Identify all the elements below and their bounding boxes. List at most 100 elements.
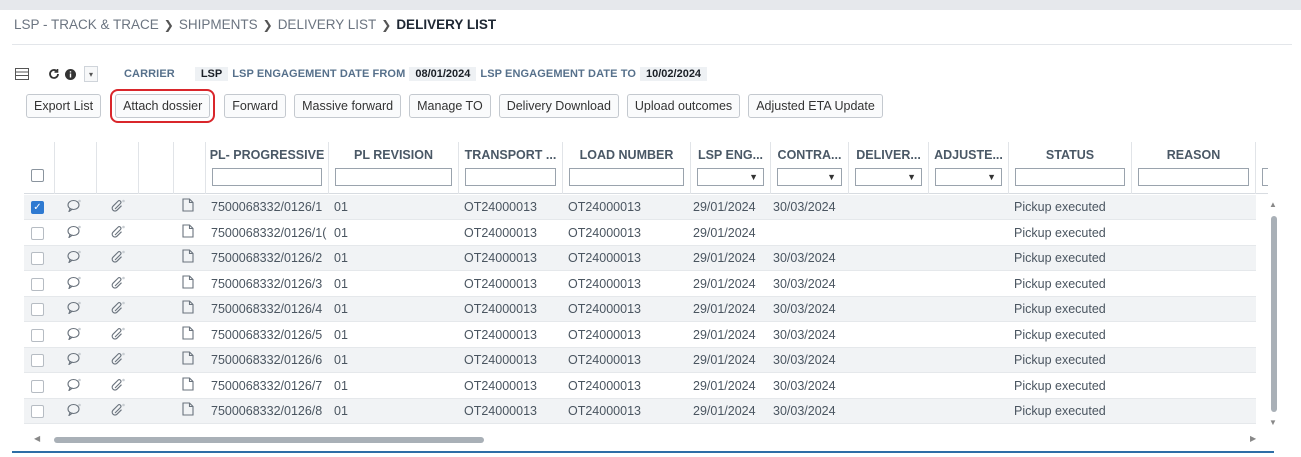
- paperclip-icon[interactable]: [108, 246, 128, 271]
- paperclip-icon[interactable]: [108, 399, 128, 424]
- filter-input[interactable]: [569, 168, 684, 186]
- column-header-lsp-eng[interactable]: LSP ENG... ▼: [691, 142, 771, 194]
- table-row[interactable]: 7500068332/0126/6 01 OT24000013 OT24000013 2…: [24, 348, 1256, 373]
- paperclip-icon[interactable]: [108, 323, 128, 348]
- cell-contract: [773, 221, 849, 246]
- column-header-load-number[interactable]: LOAD NUMBER: [563, 142, 691, 194]
- scroll-thumb[interactable]: [54, 437, 484, 443]
- delivery-download-button[interactable]: Delivery Download: [498, 94, 619, 118]
- comment-icon[interactable]: [64, 221, 84, 246]
- scroll-thumb[interactable]: [1271, 216, 1277, 412]
- horizontal-scrollbar[interactable]: ◀ ▶: [28, 434, 1260, 446]
- scroll-left-arrow-icon[interactable]: ◀: [34, 434, 40, 443]
- upload-outcomes-button[interactable]: Upload outcomes: [626, 94, 741, 118]
- cell-revision: 01: [334, 276, 348, 291]
- document-icon[interactable]: [178, 348, 198, 373]
- document-icon[interactable]: [178, 297, 198, 322]
- paperclip-icon[interactable]: [108, 374, 128, 399]
- comment-icon[interactable]: [64, 399, 84, 424]
- row-checkbox[interactable]: [31, 379, 44, 393]
- document-icon[interactable]: [178, 374, 198, 399]
- grid-view-icon[interactable]: [14, 66, 30, 82]
- document-icon[interactable]: [178, 272, 198, 297]
- filter-input[interactable]: [465, 168, 556, 186]
- manage-to-button[interactable]: Manage TO: [409, 94, 491, 118]
- table-row[interactable]: 7500068332/0126/5 01 OT24000013 OT24000013 2…: [24, 323, 1256, 348]
- scroll-right-arrow-icon[interactable]: ▶: [1250, 434, 1256, 443]
- column-header-pl-revision[interactable]: PL REVISION: [329, 142, 459, 194]
- document-icon[interactable]: [178, 399, 198, 424]
- cell-contract: 30/03/2024: [773, 353, 836, 367]
- refresh-icon[interactable]: [46, 66, 62, 82]
- paperclip-icon[interactable]: [108, 272, 128, 297]
- row-checkbox[interactable]: [31, 252, 44, 265]
- document-icon[interactable]: [178, 195, 198, 220]
- cell-load: OT24000013: [568, 251, 641, 265]
- chevron-down-icon[interactable]: ▾: [84, 66, 98, 82]
- paperclip-icon[interactable]: [108, 221, 128, 246]
- column-header-adjusted[interactable]: ADJUSTE... ▼: [929, 142, 1009, 194]
- select-all-checkbox[interactable]: [31, 169, 44, 182]
- comment-icon[interactable]: [64, 323, 84, 348]
- cell-transport: OT24000013: [464, 327, 537, 342]
- adjusted-eta-update-button[interactable]: Adjusted ETA Update: [748, 94, 883, 118]
- cell-transport: OT24000013: [464, 302, 537, 316]
- column-header-status[interactable]: STATUS: [1009, 142, 1132, 194]
- breadcrumb-item[interactable]: SHIPMENTS: [179, 17, 258, 32]
- comment-icon[interactable]: [64, 297, 84, 322]
- cell-transport: OT24000013: [464, 276, 537, 291]
- comment-icon[interactable]: [64, 246, 84, 271]
- filter-input[interactable]: [1015, 168, 1125, 186]
- table-row[interactable]: 7500068332/0126/3 01 OT24000013 OT24000013 2…: [24, 272, 1256, 297]
- vertical-scrollbar[interactable]: ▲ ▼: [1268, 196, 1281, 432]
- row-checkbox[interactable]: [31, 226, 44, 240]
- comment-icon[interactable]: [64, 272, 84, 297]
- table-row[interactable]: 7500068332/0126/2 01 OT24000013 OT24000013 2…: [24, 246, 1256, 271]
- paperclip-icon[interactable]: [108, 348, 128, 373]
- date-filter-dropdown[interactable]: ▼: [697, 168, 764, 186]
- forward-button[interactable]: Forward: [224, 94, 287, 118]
- filter-input[interactable]: [212, 168, 322, 186]
- breadcrumb-item[interactable]: DELIVERY LIST: [278, 17, 377, 32]
- table-row[interactable]: 7500068332/0126/4 01 OT24000013 OT24000013 2…: [24, 297, 1256, 322]
- scroll-up-arrow-icon[interactable]: ▲: [1269, 200, 1277, 209]
- filter-input[interactable]: [1262, 168, 1268, 186]
- column-header-contract[interactable]: CONTRA... ▼: [771, 142, 849, 194]
- comment-icon[interactable]: [64, 195, 84, 220]
- row-checkbox[interactable]: [31, 328, 44, 342]
- column-header-transport[interactable]: TRANSPORT ...: [459, 142, 563, 194]
- comment-icon[interactable]: [64, 374, 84, 399]
- massive-forward-button[interactable]: Massive forward: [294, 94, 402, 118]
- column-header-reason[interactable]: REASON: [1132, 142, 1256, 194]
- table-row[interactable]: 7500068332/0126/1(01 OT24000013 OT24000013…: [24, 221, 1256, 246]
- cell-progressive: 7500068332/0126/1: [211, 200, 323, 214]
- breadcrumb-item[interactable]: LSP - TRACK & TRACE: [14, 17, 159, 32]
- scroll-down-arrow-icon[interactable]: ▼: [1269, 418, 1277, 427]
- comment-icon[interactable]: [64, 348, 84, 373]
- table-row[interactable]: 7500068332/0126/8 01 OT24000013 OT24000013 2…: [24, 399, 1256, 424]
- info-icon[interactable]: [62, 66, 78, 82]
- row-checkbox[interactable]: [31, 405, 44, 418]
- table-row[interactable]: 7500068332/0126/7 01 OT24000013 OT24000013 2…: [24, 374, 1256, 399]
- paperclip-icon[interactable]: [108, 195, 128, 220]
- table-row[interactable]: ✓ 7500068332/0126/1 01 OT24000013 OT24000013…: [24, 195, 1256, 220]
- document-icon[interactable]: [178, 221, 198, 246]
- column-label: ADJUSTE...: [934, 148, 1003, 162]
- row-checkbox[interactable]: [31, 277, 44, 291]
- row-checkbox[interactable]: [31, 354, 44, 367]
- column-header-delivery[interactable]: DELIVER... ▼: [849, 142, 929, 194]
- filter-input[interactable]: [335, 168, 452, 186]
- export-list-button[interactable]: Export List: [26, 94, 102, 118]
- row-checkbox[interactable]: ✓: [31, 201, 44, 214]
- date-filter-dropdown[interactable]: ▼: [935, 168, 1002, 186]
- date-filter-dropdown[interactable]: ▼: [855, 168, 922, 186]
- document-icon[interactable]: [178, 323, 198, 348]
- cell-progressive: 7500068332/0126/7: [211, 378, 323, 393]
- filter-input[interactable]: [1138, 168, 1249, 186]
- attach-dossier-button[interactable]: Attach dossier: [110, 89, 216, 123]
- document-icon[interactable]: [178, 246, 198, 271]
- paperclip-icon[interactable]: [108, 297, 128, 322]
- column-header-pl-progressive[interactable]: PL- PROGRESSIVE: [206, 142, 329, 194]
- row-checkbox[interactable]: [31, 303, 44, 316]
- date-filter-dropdown[interactable]: ▼: [777, 168, 842, 186]
